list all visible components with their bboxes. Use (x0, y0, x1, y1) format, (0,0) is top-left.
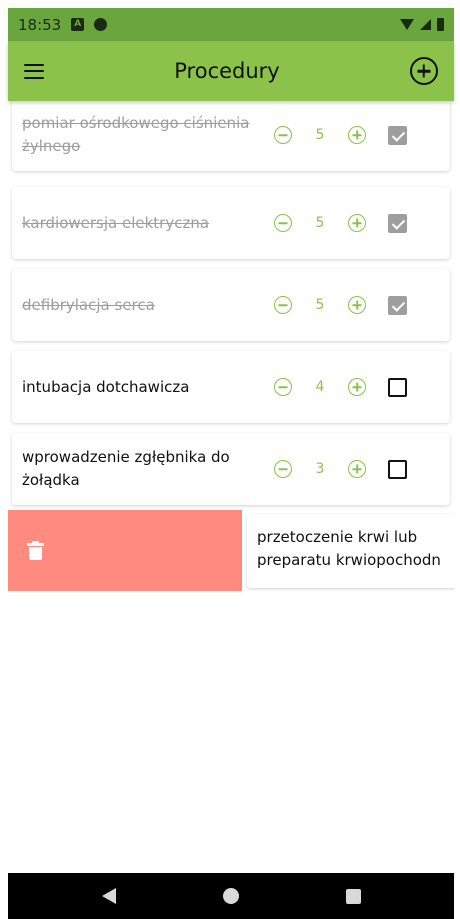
done-checkbox[interactable] (388, 213, 407, 233)
page-title: Procedury (174, 59, 280, 83)
increment-button[interactable] (348, 214, 366, 232)
procedure-label-line2: preparatu krwiopochodn (257, 551, 441, 569)
procedure-label: wprowadzenie zgłębnika do żołądka (22, 448, 230, 489)
procedure-card[interactable]: intubacja dotchawicza 4 (12, 351, 450, 423)
procedure-card[interactable]: pomiar ośrodkowego ciśnienia żylnego 5 (12, 101, 450, 171)
increment-button[interactable] (348, 126, 366, 144)
procedure-count: 5 (315, 127, 325, 143)
decrement-button[interactable] (274, 378, 292, 396)
menu-icon[interactable] (24, 63, 44, 79)
done-checkbox[interactable] (388, 125, 407, 145)
wifi-icon (400, 19, 414, 30)
procedure-count: 4 (315, 379, 325, 395)
decrement-button[interactable] (274, 296, 292, 314)
delete-icon[interactable] (27, 541, 44, 560)
a-notification-icon: A (71, 18, 85, 31)
navigation-bar (8, 873, 454, 919)
swiped-procedure-card[interactable]: przetoczenie krwi lub preparatu krwiopoc… (247, 514, 454, 588)
procedure-count: 5 (315, 297, 325, 313)
battery-icon (437, 18, 444, 31)
procedure-card[interactable]: kardiowersja elektryczna 5 (12, 187, 450, 259)
procedure-count: 3 (315, 461, 325, 477)
add-circle-icon[interactable] (409, 57, 438, 85)
procedure-label-line1: przetoczenie krwi lub (257, 528, 418, 546)
g-notification-icon (94, 18, 108, 31)
swipe-delete-action[interactable] (8, 510, 242, 591)
procedure-label: defibrylacja serca (22, 295, 155, 314)
status-bar: 18:53 A (8, 8, 454, 41)
app-bar: Procedury (8, 41, 454, 101)
decrement-button[interactable] (274, 214, 292, 232)
procedure-count: 5 (315, 215, 325, 231)
procedure-card[interactable]: wprowadzenie zgłębnika do żołądka 3 (12, 433, 450, 505)
status-time: 18:53 (18, 15, 62, 34)
done-checkbox[interactable] (388, 459, 407, 479)
procedure-label: intubacja dotchawicza (22, 377, 190, 396)
increment-button[interactable] (348, 460, 366, 478)
procedure-card[interactable]: defibrylacja serca 5 (12, 269, 450, 341)
home-icon[interactable] (222, 888, 239, 904)
decrement-button[interactable] (274, 460, 292, 478)
done-checkbox[interactable] (388, 295, 407, 315)
increment-button[interactable] (348, 378, 366, 396)
procedure-list[interactable]: pomiar ośrodkowego ciśnienia żylnego 5 k… (8, 101, 454, 873)
back-icon[interactable] (101, 888, 116, 904)
signal-icon (420, 19, 431, 30)
decrement-button[interactable] (274, 126, 292, 144)
procedure-label: kardiowersja elektryczna (22, 213, 210, 232)
recents-icon[interactable] (345, 888, 361, 904)
procedure-label: pomiar ośrodkowego ciśnienia żylnego (22, 114, 250, 155)
increment-button[interactable] (348, 296, 366, 314)
done-checkbox[interactable] (388, 377, 407, 397)
